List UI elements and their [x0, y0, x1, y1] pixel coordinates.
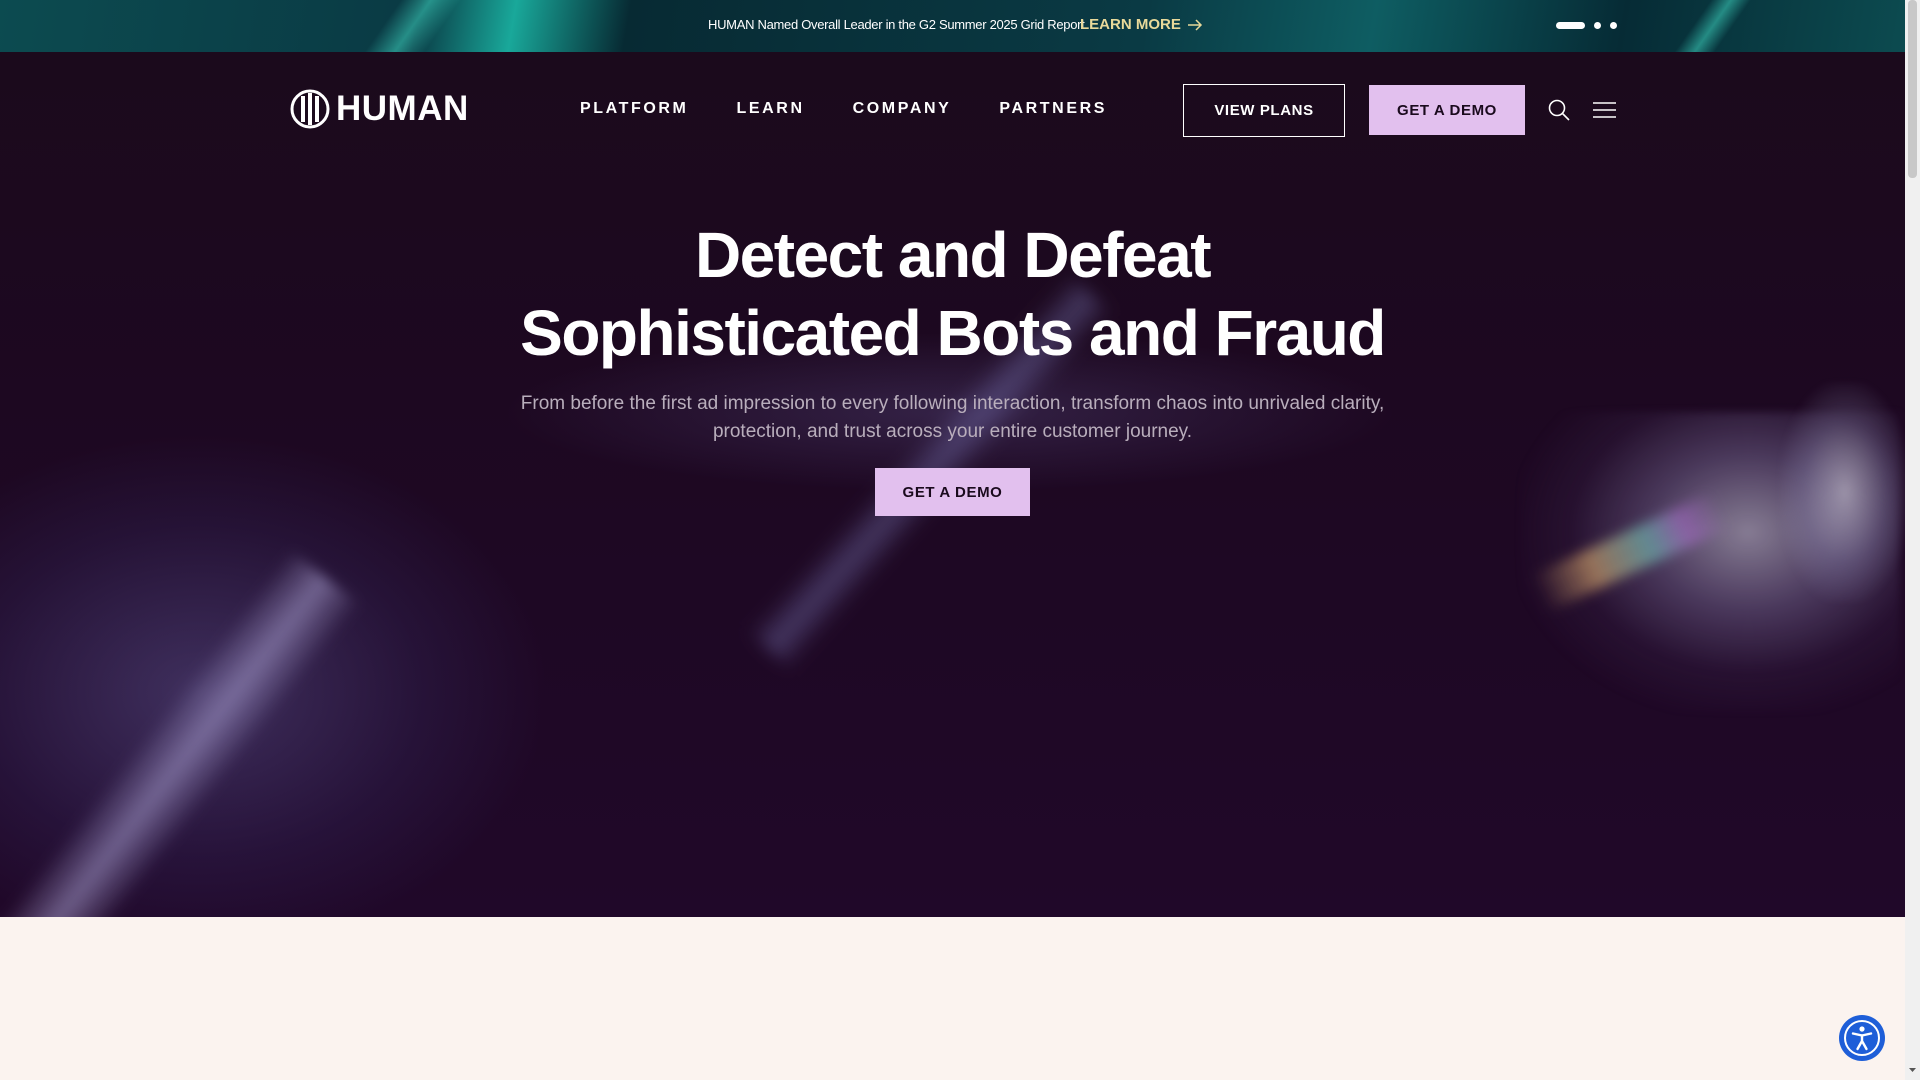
decorative-streak: [344, 0, 476, 52]
scroll-down-arrow-icon[interactable]: [1908, 1066, 1917, 1075]
accessibility-icon: [1844, 1020, 1880, 1056]
hero-headline-line1: Detect and Defeat: [694, 219, 1212, 291]
slide-dot-2[interactable]: [1594, 22, 1601, 29]
announcement-bar: HUMAN Named Overall Leader in the G2 Sum…: [0, 0, 1905, 52]
decorative-streak: [1654, 0, 1766, 52]
header-get-demo-button[interactable]: GET A DEMO: [1369, 85, 1525, 135]
slide-indicator: [1556, 22, 1617, 29]
nav-platform[interactable]: PLATFORM: [580, 100, 689, 118]
learn-more-label: LEARN MORE: [1080, 16, 1181, 33]
announcement-text: HUMAN Named Overall Leader in the G2 Sum…: [708, 17, 1085, 32]
slide-dot-3[interactable]: [1610, 22, 1617, 29]
next-section: [0, 917, 1905, 1080]
arrow-right-icon: [1187, 18, 1202, 31]
slide-dot-1[interactable]: [1556, 22, 1585, 29]
hero-subtext: From before the first ad impression to e…: [520, 393, 1385, 442]
view-plans-button[interactable]: VIEW PLANS: [1183, 84, 1345, 137]
search-icon[interactable]: [1548, 99, 1570, 121]
main-nav: PLATFORM LEARN COMPANY PARTNERS: [580, 100, 1107, 118]
hero-headline: Detect and Defeat Sophisticated Bots and…: [460, 216, 1445, 372]
hamburger-menu-icon[interactable]: [1593, 101, 1616, 119]
logo[interactable]: HUMAN: [290, 89, 469, 129]
hero-headline-line2: Sophisticated Bots and Fraud: [520, 297, 1386, 369]
logo-text: HUMAN: [336, 89, 469, 128]
nav-partners[interactable]: PARTNERS: [999, 100, 1107, 118]
nav-company[interactable]: COMPANY: [853, 100, 952, 118]
nav-learn[interactable]: LEARN: [737, 100, 805, 118]
hero-prism-highlight: [1780, 382, 1905, 602]
accessibility-button[interactable]: [1839, 1015, 1885, 1061]
human-logo-icon: [290, 89, 330, 129]
scrollbar-thumb[interactable]: [1908, 0, 1917, 178]
learn-more-link[interactable]: LEARN MORE: [1080, 16, 1203, 33]
hero-get-demo-button[interactable]: GET A DEMO: [875, 468, 1030, 516]
